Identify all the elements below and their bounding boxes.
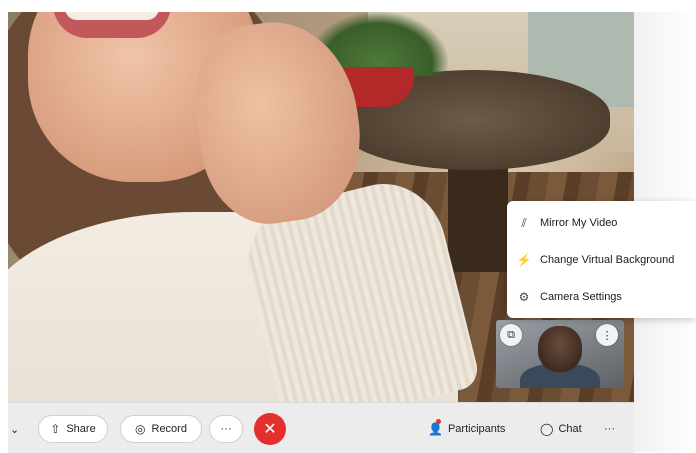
more-horizontal-icon: ··· xyxy=(604,423,615,435)
toolbar-overflow-button[interactable]: ··· xyxy=(604,415,615,443)
swap-view-icon: ⧉ xyxy=(507,328,515,341)
share-button[interactable]: ⇧ Share xyxy=(38,415,108,443)
more-vertical-icon: ⋮ xyxy=(601,329,613,342)
gear-icon: ⚙ xyxy=(518,290,530,304)
share-icon: ⇧ xyxy=(50,422,61,436)
record-icon: ◎ xyxy=(135,422,146,436)
more-horizontal-icon: ··· xyxy=(220,423,232,435)
record-label: Record xyxy=(151,423,187,435)
swap-view-button[interactable]: ⧉ xyxy=(500,324,522,346)
participants-icon: 👤 xyxy=(428,419,443,436)
mirror-icon: ⫽ xyxy=(521,215,527,230)
end-call-button[interactable]: ✕ xyxy=(254,413,286,445)
record-button[interactable]: ◎ Record xyxy=(120,415,202,443)
menu-item-label: Change Virtual Background xyxy=(540,254,675,266)
camera-options-chevron-button[interactable]: ⌄ xyxy=(10,415,24,443)
call-toolbar: ⌄ ⇧ Share ◎ Record ··· ✕ 👤 Participants … xyxy=(8,402,634,453)
participant-teeth xyxy=(65,12,159,20)
participants-button[interactable]: 👤 Participants xyxy=(428,415,505,443)
participants-alert-dot xyxy=(436,419,441,424)
chevron-down-icon: ⌄ xyxy=(10,423,20,436)
self-view-video[interactable]: ⧉ ⋮ xyxy=(496,320,624,388)
video-options-menu: ⫽ Mirror My Video ⚡ Change Virtual Backg… xyxy=(507,201,696,318)
remote-participant-video xyxy=(8,12,482,402)
share-label: Share xyxy=(66,423,96,435)
chat-label: Chat xyxy=(558,423,582,435)
menu-item-label: Camera Settings xyxy=(540,291,622,303)
close-icon: ✕ xyxy=(263,421,277,438)
chat-icon: ◯ xyxy=(540,422,554,436)
magic-wand-icon: ⚡ xyxy=(516,253,532,267)
participants-label: Participants xyxy=(447,423,506,435)
menu-item-mirror-video[interactable]: ⫽ Mirror My Video xyxy=(507,205,696,241)
more-options-button[interactable]: ··· xyxy=(209,415,243,443)
self-view-person xyxy=(538,326,582,372)
chat-button[interactable]: ◯ Chat xyxy=(540,415,582,443)
menu-item-change-virtual-background[interactable]: ⚡ Change Virtual Background xyxy=(507,242,696,278)
self-view-more-button[interactable]: ⋮ xyxy=(596,324,618,346)
menu-item-camera-settings[interactable]: ⚙ Camera Settings xyxy=(507,279,696,315)
menu-item-label: Mirror My Video xyxy=(540,217,618,229)
